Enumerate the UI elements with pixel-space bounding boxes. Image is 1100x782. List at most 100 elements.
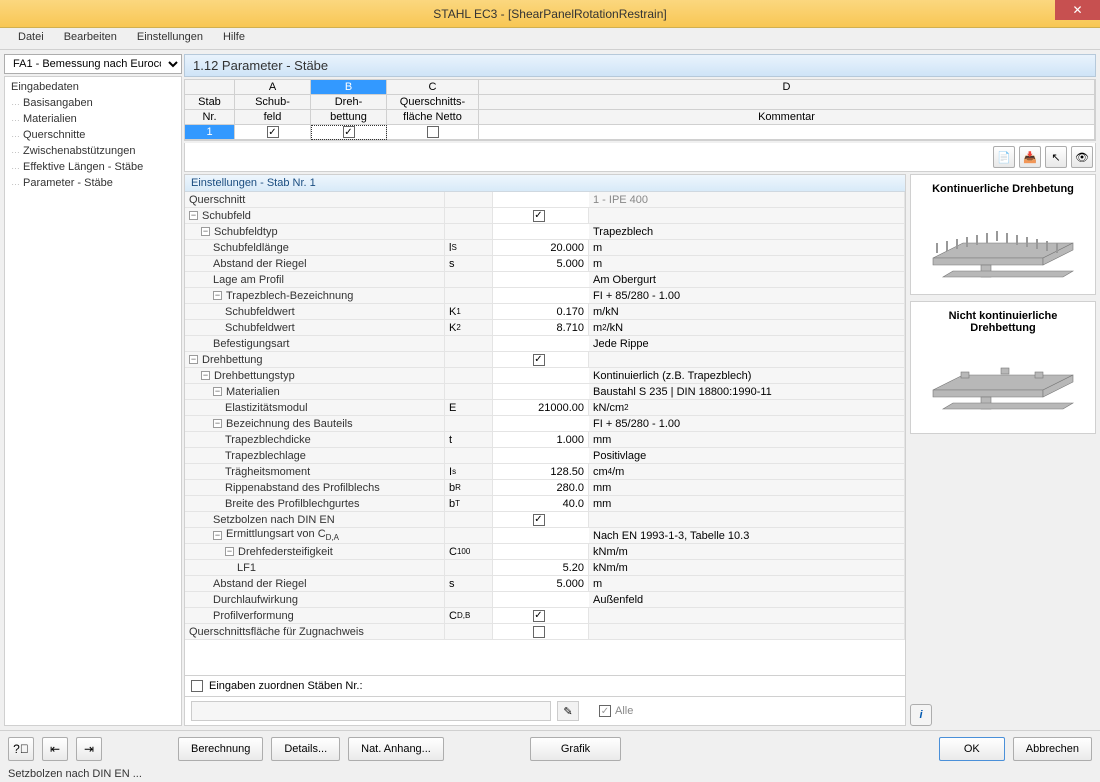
expand-icon[interactable]: − [213, 291, 222, 300]
cancel-button[interactable]: Abbrechen [1013, 737, 1092, 761]
prop-row[interactable]: LF15.20kNm/m [185, 560, 905, 576]
prop-row[interactable]: ElastizitätsmodulE21000.00kN/cm2 [185, 400, 905, 416]
close-button[interactable]: ✕ [1055, 0, 1100, 20]
expand-icon[interactable]: − [213, 531, 222, 540]
prop-row[interactable]: Setzbolzen nach DIN EN✓ [185, 512, 905, 528]
expand-icon[interactable]: − [213, 419, 222, 428]
prop-value[interactable]: ✓ [493, 608, 589, 623]
prop-value[interactable]: 8.710 [493, 320, 589, 335]
prop-value[interactable]: 128.50 [493, 464, 589, 479]
prop-row[interactable]: SchubfeldlängelS20.000m [185, 240, 905, 256]
prop-checkbox[interactable]: ✓ [533, 210, 545, 222]
prop-row[interactable]: TrägheitsmomentIs128.50cm4/m [185, 464, 905, 480]
prop-row[interactable]: Abstand der Riegels5.000m [185, 256, 905, 272]
prop-value[interactable] [493, 592, 589, 607]
tool-export-icon[interactable]: 📄 [993, 146, 1015, 168]
prop-value[interactable]: 20.000 [493, 240, 589, 255]
prop-value[interactable]: 5.000 [493, 256, 589, 271]
prop-value[interactable] [493, 528, 589, 543]
prop-row[interactable]: BefestigungsartJede Rippe [185, 336, 905, 352]
menu-bearbeiten[interactable]: Bearbeiten [54, 28, 127, 49]
expand-icon[interactable]: − [201, 227, 210, 236]
tree-querschnitte[interactable]: Querschnitte [7, 127, 179, 143]
prop-value[interactable]: 21000.00 [493, 400, 589, 415]
prop-value[interactable]: ✓ [493, 352, 589, 367]
calc-button[interactable]: Berechnung [178, 737, 263, 761]
ok-button[interactable]: OK [939, 737, 1005, 761]
prop-row[interactable]: −MaterialienBaustahl S 235 | DIN 18800:1… [185, 384, 905, 400]
prop-row[interactable]: Breite des ProfilblechgurtesbT40.0mm [185, 496, 905, 512]
prop-row[interactable]: −Drehbettung✓ [185, 352, 905, 368]
prop-row[interactable]: −DrehfedersteifigkeitC100kNm/m [185, 544, 905, 560]
menu-datei[interactable]: Datei [8, 28, 54, 49]
prop-value[interactable] [493, 272, 589, 287]
tool-pick-icon[interactable]: ↖ [1045, 146, 1067, 168]
prop-row[interactable]: SchubfeldwertK28.710m2/kN [185, 320, 905, 336]
prop-checkbox[interactable] [533, 626, 545, 638]
menu-einstellungen[interactable]: Einstellungen [127, 28, 213, 49]
nat-anhang-button[interactable]: Nat. Anhang... [348, 737, 444, 761]
assign-chk[interactable] [191, 680, 203, 692]
property-grid[interactable]: Querschnitt1 - IPE 400−Schubfeld✓−Schubf… [185, 192, 905, 675]
prop-row[interactable]: −DrehbettungstypKontinuierlich (z.B. Tra… [185, 368, 905, 384]
prop-row[interactable]: Querschnittsfläche für Zugnachweis [185, 624, 905, 640]
help-button[interactable]: ?⃝ [8, 737, 34, 761]
prop-row[interactable]: −Ermittlungsart von CD,ANach EN 1993-1-3… [185, 528, 905, 544]
assign-members-input[interactable] [191, 701, 551, 721]
prop-value[interactable] [493, 288, 589, 303]
prop-row[interactable]: Rippenabstand des ProfilblechsbR280.0mm [185, 480, 905, 496]
prop-row[interactable]: −Trapezblech-BezeichnungFI + 85/280 - 1.… [185, 288, 905, 304]
assign-pick-icon[interactable]: ✎ [557, 701, 579, 721]
prop-row[interactable]: TrapezblechlagePositivlage [185, 448, 905, 464]
prop-checkbox[interactable]: ✓ [533, 354, 545, 366]
prop-value[interactable]: ✓ [493, 208, 589, 223]
tree-basisangaben[interactable]: Basisangaben [7, 95, 179, 111]
prop-value[interactable]: 40.0 [493, 496, 589, 511]
prop-row[interactable]: −Bezeichnung des BauteilsFI + 85/280 - 1… [185, 416, 905, 432]
prop-value[interactable]: 280.0 [493, 480, 589, 495]
expand-icon[interactable]: − [213, 387, 222, 396]
prop-checkbox[interactable]: ✓ [533, 610, 545, 622]
prop-value[interactable] [493, 336, 589, 351]
grid-row-1[interactable]: 1 ✓ ✓ [185, 125, 1095, 140]
prop-row[interactable]: Abstand der Riegels5.000m [185, 576, 905, 592]
prop-value[interactable] [493, 192, 589, 207]
tool-view-icon[interactable]: 👁 [1071, 146, 1093, 168]
tree-zwischen[interactable]: Zwischenabstützungen [7, 143, 179, 159]
prop-value[interactable] [493, 624, 589, 639]
expand-icon[interactable]: − [201, 371, 210, 380]
next-button[interactable]: ⇥ [76, 737, 102, 761]
prop-value[interactable] [493, 416, 589, 431]
prop-row[interactable]: DurchlaufwirkungAußenfeld [185, 592, 905, 608]
prop-row[interactable]: Trapezblechdicket1.000mm [185, 432, 905, 448]
load-case-combo[interactable]: FA1 - Bemessung nach Eurocod [4, 54, 182, 74]
tool-import-icon[interactable]: 📥 [1019, 146, 1041, 168]
prop-value[interactable] [493, 384, 589, 399]
menu-hilfe[interactable]: Hilfe [213, 28, 255, 49]
tree-parameter-staebe[interactable]: Parameter - Stäbe [7, 175, 179, 191]
details-button[interactable]: Details... [271, 737, 340, 761]
tree-root[interactable]: Eingabedaten [7, 79, 179, 95]
grafik-button[interactable]: Grafik [530, 737, 621, 761]
prop-row[interactable]: SchubfeldwertK10.170m/kN [185, 304, 905, 320]
prop-value[interactable] [493, 224, 589, 239]
prop-row[interactable]: Lage am ProfilAm Obergurt [185, 272, 905, 288]
prop-value[interactable] [493, 448, 589, 463]
info-button[interactable]: i [910, 704, 932, 726]
prop-value[interactable] [493, 368, 589, 383]
prop-value[interactable]: ✓ [493, 512, 589, 527]
expand-icon[interactable]: − [225, 547, 234, 556]
tree-eff-laengen[interactable]: Effektive Längen - Stäbe [7, 159, 179, 175]
expand-icon[interactable]: − [189, 211, 198, 220]
prop-row[interactable]: Querschnitt1 - IPE 400 [185, 192, 905, 208]
prop-value[interactable]: 5.000 [493, 576, 589, 591]
prop-row[interactable]: ProfilverformungCD,B✓ [185, 608, 905, 624]
prop-value[interactable]: 1.000 [493, 432, 589, 447]
expand-icon[interactable]: − [189, 355, 198, 364]
prop-row[interactable]: −SchubfeldtypTrapezblech [185, 224, 905, 240]
prop-row[interactable]: −Schubfeld✓ [185, 208, 905, 224]
assign-all-chk[interactable]: ✓ [599, 705, 611, 717]
prop-checkbox[interactable]: ✓ [533, 514, 545, 526]
tree-materialien[interactable]: Materialien [7, 111, 179, 127]
prop-value[interactable]: 5.20 [493, 560, 589, 575]
